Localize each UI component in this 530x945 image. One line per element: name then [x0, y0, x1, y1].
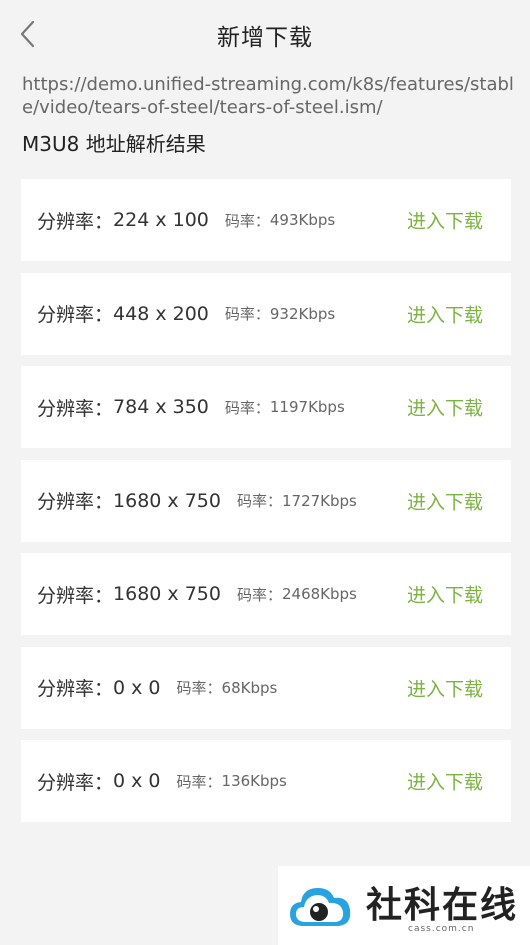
- resolution-value: 0 x 0: [113, 676, 161, 699]
- download-button[interactable]: 进入下载: [407, 207, 483, 234]
- bitrate-label: 码率：: [224, 305, 270, 323]
- bitrate-label: 码率：: [224, 398, 270, 417]
- bitrate-value: 68Kbps: [221, 678, 278, 697]
- watermark-domain: cass.com.cn: [408, 924, 475, 934]
- result-title: M3U8 地址解析结果: [22, 132, 206, 156]
- resolution-label: 分辨率：: [37, 771, 114, 794]
- bitrate-value: 1727Kbps: [281, 491, 357, 510]
- watermark-text: 社科在线: [366, 884, 519, 926]
- resolution-label: 分辨率：: [37, 304, 114, 326]
- bitrate-label: 码率：: [236, 492, 282, 510]
- variant-row: 分辨率： 784 x 350 码率： 1197Kbps 进入下载: [21, 366, 511, 448]
- resolution-value: 1680 x 750: [113, 583, 221, 605]
- resolution-label: 分辨率：: [37, 584, 114, 607]
- source-url: https://demo.unified-streaming.com/k8s/f…: [22, 74, 514, 118]
- resolution-label: 分辨率：: [37, 491, 114, 513]
- top-bar: 新增下载: [0, 0, 530, 70]
- variant-row: 分辨率： 1680 x 750 码率： 2468Kbps 进入下载: [21, 553, 511, 635]
- variant-row: 分辨率： 0 x 0 码率： 136Kbps 进入下载: [21, 740, 511, 822]
- bitrate-label: 码率：: [176, 772, 222, 791]
- bitrate-value: 136Kbps: [221, 772, 287, 790]
- resolution-label: 分辨率：: [37, 678, 114, 700]
- download-button[interactable]: 进入下载: [407, 674, 483, 701]
- download-button[interactable]: 进入下载: [407, 300, 483, 327]
- bitrate-label: 码率：: [236, 585, 282, 604]
- resolution-value: 224 x 100: [113, 209, 209, 231]
- cloud-logo-icon: [290, 887, 351, 926]
- page-title: 新增下载: [217, 25, 313, 51]
- bitrate-label: 码率：: [224, 211, 270, 230]
- resolution-value: 1680 x 750: [113, 489, 221, 512]
- bitrate-value: 1197Kbps: [269, 398, 345, 416]
- variant-row: 分辨率： 1680 x 750 码率： 1727Kbps 进入下载: [21, 459, 511, 542]
- variant-row: 分辨率： 224 x 100 码率： 493Kbps 进入下载: [21, 179, 511, 261]
- variant-row: 分辨率： 0 x 0 码率： 68Kbps 进入下载: [21, 646, 511, 729]
- watermark: 社科在线 cass.com.cn: [278, 866, 530, 945]
- resolution-value: 784 x 350: [113, 396, 209, 418]
- download-button[interactable]: 进入下载: [407, 581, 483, 608]
- variant-row: 分辨率： 448 x 200 码率： 932Kbps 进入下载: [21, 272, 511, 355]
- bitrate-value: 932Kbps: [269, 304, 336, 323]
- resolution-value: 448 x 200: [113, 302, 209, 325]
- bitrate-value: 2468Kbps: [281, 585, 357, 603]
- variant-list: 分辨率： 224 x 100 码率： 493Kbps 进入下载 分辨率： 448…: [21, 179, 511, 834]
- download-button[interactable]: 进入下载: [407, 394, 483, 421]
- bitrate-value: 493Kbps: [269, 211, 336, 229]
- bitrate-label: 码率：: [176, 679, 222, 697]
- resolution-label: 分辨率：: [37, 210, 114, 233]
- download-button[interactable]: 进入下载: [407, 487, 483, 514]
- resolution-label: 分辨率：: [37, 397, 114, 420]
- resolution-value: 0 x 0: [113, 770, 161, 792]
- download-button[interactable]: 进入下载: [407, 768, 483, 795]
